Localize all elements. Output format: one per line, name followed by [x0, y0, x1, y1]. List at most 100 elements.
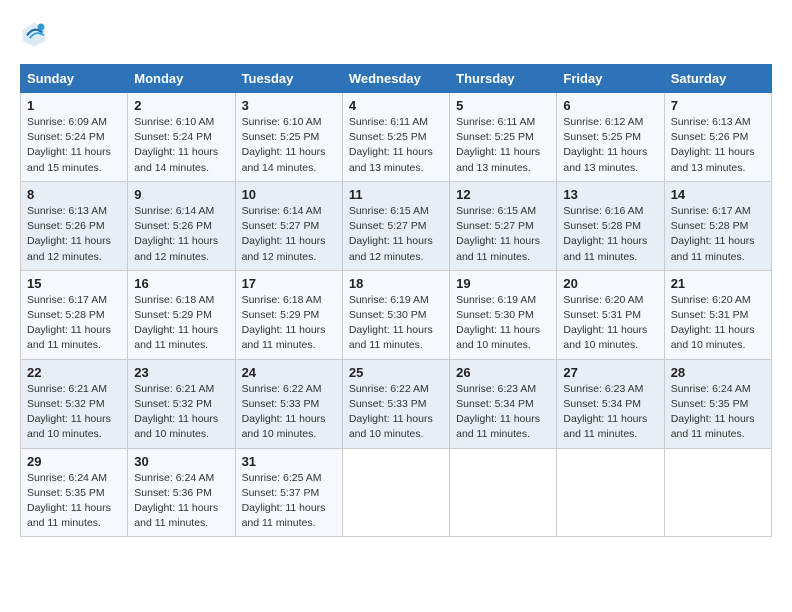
calendar-cell: 11 Sunrise: 6:15 AM Sunset: 5:27 PM Dayl… — [342, 181, 449, 270]
day-info: Sunrise: 6:21 AM Sunset: 5:32 PM Dayligh… — [134, 382, 228, 443]
calendar-cell: 18 Sunrise: 6:19 AM Sunset: 5:30 PM Dayl… — [342, 270, 449, 359]
day-info: Sunrise: 6:10 AM Sunset: 5:24 PM Dayligh… — [134, 115, 228, 176]
day-number: 16 — [134, 276, 228, 291]
page-header — [20, 20, 772, 48]
calendar-cell — [557, 448, 664, 537]
calendar-cell: 20 Sunrise: 6:20 AM Sunset: 5:31 PM Dayl… — [557, 270, 664, 359]
day-number: 25 — [349, 365, 443, 380]
calendar-cell: 25 Sunrise: 6:22 AM Sunset: 5:33 PM Dayl… — [342, 359, 449, 448]
calendar-cell: 2 Sunrise: 6:10 AM Sunset: 5:24 PM Dayli… — [128, 93, 235, 182]
calendar-week-row: 29 Sunrise: 6:24 AM Sunset: 5:35 PM Dayl… — [21, 448, 772, 537]
calendar-cell — [664, 448, 771, 537]
day-number: 17 — [242, 276, 336, 291]
day-info: Sunrise: 6:24 AM Sunset: 5:35 PM Dayligh… — [27, 471, 121, 532]
calendar-cell: 19 Sunrise: 6:19 AM Sunset: 5:30 PM Dayl… — [450, 270, 557, 359]
day-number: 26 — [456, 365, 550, 380]
calendar-cell: 23 Sunrise: 6:21 AM Sunset: 5:32 PM Dayl… — [128, 359, 235, 448]
calendar-cell: 15 Sunrise: 6:17 AM Sunset: 5:28 PM Dayl… — [21, 270, 128, 359]
day-info: Sunrise: 6:19 AM Sunset: 5:30 PM Dayligh… — [349, 293, 443, 354]
calendar-week-row: 1 Sunrise: 6:09 AM Sunset: 5:24 PM Dayli… — [21, 93, 772, 182]
day-number: 19 — [456, 276, 550, 291]
day-number: 18 — [349, 276, 443, 291]
day-info: Sunrise: 6:12 AM Sunset: 5:25 PM Dayligh… — [563, 115, 657, 176]
day-info: Sunrise: 6:18 AM Sunset: 5:29 PM Dayligh… — [242, 293, 336, 354]
day-number: 23 — [134, 365, 228, 380]
logo-icon — [20, 20, 48, 48]
day-info: Sunrise: 6:17 AM Sunset: 5:28 PM Dayligh… — [27, 293, 121, 354]
calendar-cell — [450, 448, 557, 537]
day-number: 13 — [563, 187, 657, 202]
day-info: Sunrise: 6:15 AM Sunset: 5:27 PM Dayligh… — [349, 204, 443, 265]
day-number: 12 — [456, 187, 550, 202]
header-wednesday: Wednesday — [342, 65, 449, 93]
day-number: 11 — [349, 187, 443, 202]
calendar-cell: 24 Sunrise: 6:22 AM Sunset: 5:33 PM Dayl… — [235, 359, 342, 448]
calendar-cell — [342, 448, 449, 537]
header-thursday: Thursday — [450, 65, 557, 93]
calendar-week-row: 22 Sunrise: 6:21 AM Sunset: 5:32 PM Dayl… — [21, 359, 772, 448]
calendar-header-row: SundayMondayTuesdayWednesdayThursdayFrid… — [21, 65, 772, 93]
day-info: Sunrise: 6:14 AM Sunset: 5:26 PM Dayligh… — [134, 204, 228, 265]
calendar-cell: 7 Sunrise: 6:13 AM Sunset: 5:26 PM Dayli… — [664, 93, 771, 182]
day-info: Sunrise: 6:21 AM Sunset: 5:32 PM Dayligh… — [27, 382, 121, 443]
calendar-cell: 26 Sunrise: 6:23 AM Sunset: 5:34 PM Dayl… — [450, 359, 557, 448]
day-info: Sunrise: 6:19 AM Sunset: 5:30 PM Dayligh… — [456, 293, 550, 354]
day-info: Sunrise: 6:11 AM Sunset: 5:25 PM Dayligh… — [456, 115, 550, 176]
day-info: Sunrise: 6:25 AM Sunset: 5:37 PM Dayligh… — [242, 471, 336, 532]
day-number: 29 — [27, 454, 121, 469]
calendar-cell: 6 Sunrise: 6:12 AM Sunset: 5:25 PM Dayli… — [557, 93, 664, 182]
day-number: 3 — [242, 98, 336, 113]
calendar-cell: 9 Sunrise: 6:14 AM Sunset: 5:26 PM Dayli… — [128, 181, 235, 270]
calendar-cell: 30 Sunrise: 6:24 AM Sunset: 5:36 PM Dayl… — [128, 448, 235, 537]
day-number: 6 — [563, 98, 657, 113]
header-friday: Friday — [557, 65, 664, 93]
day-number: 20 — [563, 276, 657, 291]
header-saturday: Saturday — [664, 65, 771, 93]
day-number: 15 — [27, 276, 121, 291]
day-number: 4 — [349, 98, 443, 113]
header-sunday: Sunday — [21, 65, 128, 93]
day-info: Sunrise: 6:16 AM Sunset: 5:28 PM Dayligh… — [563, 204, 657, 265]
day-number: 5 — [456, 98, 550, 113]
day-info: Sunrise: 6:23 AM Sunset: 5:34 PM Dayligh… — [563, 382, 657, 443]
header-tuesday: Tuesday — [235, 65, 342, 93]
day-info: Sunrise: 6:24 AM Sunset: 5:36 PM Dayligh… — [134, 471, 228, 532]
header-monday: Monday — [128, 65, 235, 93]
calendar-cell: 10 Sunrise: 6:14 AM Sunset: 5:27 PM Dayl… — [235, 181, 342, 270]
logo — [20, 20, 52, 48]
day-number: 2 — [134, 98, 228, 113]
calendar-cell: 22 Sunrise: 6:21 AM Sunset: 5:32 PM Dayl… — [21, 359, 128, 448]
calendar-cell: 28 Sunrise: 6:24 AM Sunset: 5:35 PM Dayl… — [664, 359, 771, 448]
calendar-cell: 8 Sunrise: 6:13 AM Sunset: 5:26 PM Dayli… — [21, 181, 128, 270]
day-number: 9 — [134, 187, 228, 202]
day-info: Sunrise: 6:24 AM Sunset: 5:35 PM Dayligh… — [671, 382, 765, 443]
day-info: Sunrise: 6:23 AM Sunset: 5:34 PM Dayligh… — [456, 382, 550, 443]
calendar-cell: 13 Sunrise: 6:16 AM Sunset: 5:28 PM Dayl… — [557, 181, 664, 270]
calendar-cell: 12 Sunrise: 6:15 AM Sunset: 5:27 PM Dayl… — [450, 181, 557, 270]
day-info: Sunrise: 6:13 AM Sunset: 5:26 PM Dayligh… — [671, 115, 765, 176]
day-info: Sunrise: 6:20 AM Sunset: 5:31 PM Dayligh… — [671, 293, 765, 354]
day-info: Sunrise: 6:17 AM Sunset: 5:28 PM Dayligh… — [671, 204, 765, 265]
day-info: Sunrise: 6:22 AM Sunset: 5:33 PM Dayligh… — [349, 382, 443, 443]
calendar-cell: 14 Sunrise: 6:17 AM Sunset: 5:28 PM Dayl… — [664, 181, 771, 270]
day-number: 1 — [27, 98, 121, 113]
day-number: 21 — [671, 276, 765, 291]
day-number: 10 — [242, 187, 336, 202]
calendar-cell: 31 Sunrise: 6:25 AM Sunset: 5:37 PM Dayl… — [235, 448, 342, 537]
calendar-cell: 3 Sunrise: 6:10 AM Sunset: 5:25 PM Dayli… — [235, 93, 342, 182]
calendar-cell: 4 Sunrise: 6:11 AM Sunset: 5:25 PM Dayli… — [342, 93, 449, 182]
calendar-week-row: 15 Sunrise: 6:17 AM Sunset: 5:28 PM Dayl… — [21, 270, 772, 359]
calendar-cell: 27 Sunrise: 6:23 AM Sunset: 5:34 PM Dayl… — [557, 359, 664, 448]
day-info: Sunrise: 6:09 AM Sunset: 5:24 PM Dayligh… — [27, 115, 121, 176]
day-number: 30 — [134, 454, 228, 469]
day-number: 27 — [563, 365, 657, 380]
calendar-table: SundayMondayTuesdayWednesdayThursdayFrid… — [20, 64, 772, 537]
calendar-cell: 16 Sunrise: 6:18 AM Sunset: 5:29 PM Dayl… — [128, 270, 235, 359]
day-number: 31 — [242, 454, 336, 469]
day-info: Sunrise: 6:20 AM Sunset: 5:31 PM Dayligh… — [563, 293, 657, 354]
day-info: Sunrise: 6:15 AM Sunset: 5:27 PM Dayligh… — [456, 204, 550, 265]
calendar-cell: 29 Sunrise: 6:24 AM Sunset: 5:35 PM Dayl… — [21, 448, 128, 537]
calendar-cell: 1 Sunrise: 6:09 AM Sunset: 5:24 PM Dayli… — [21, 93, 128, 182]
day-number: 14 — [671, 187, 765, 202]
day-number: 22 — [27, 365, 121, 380]
